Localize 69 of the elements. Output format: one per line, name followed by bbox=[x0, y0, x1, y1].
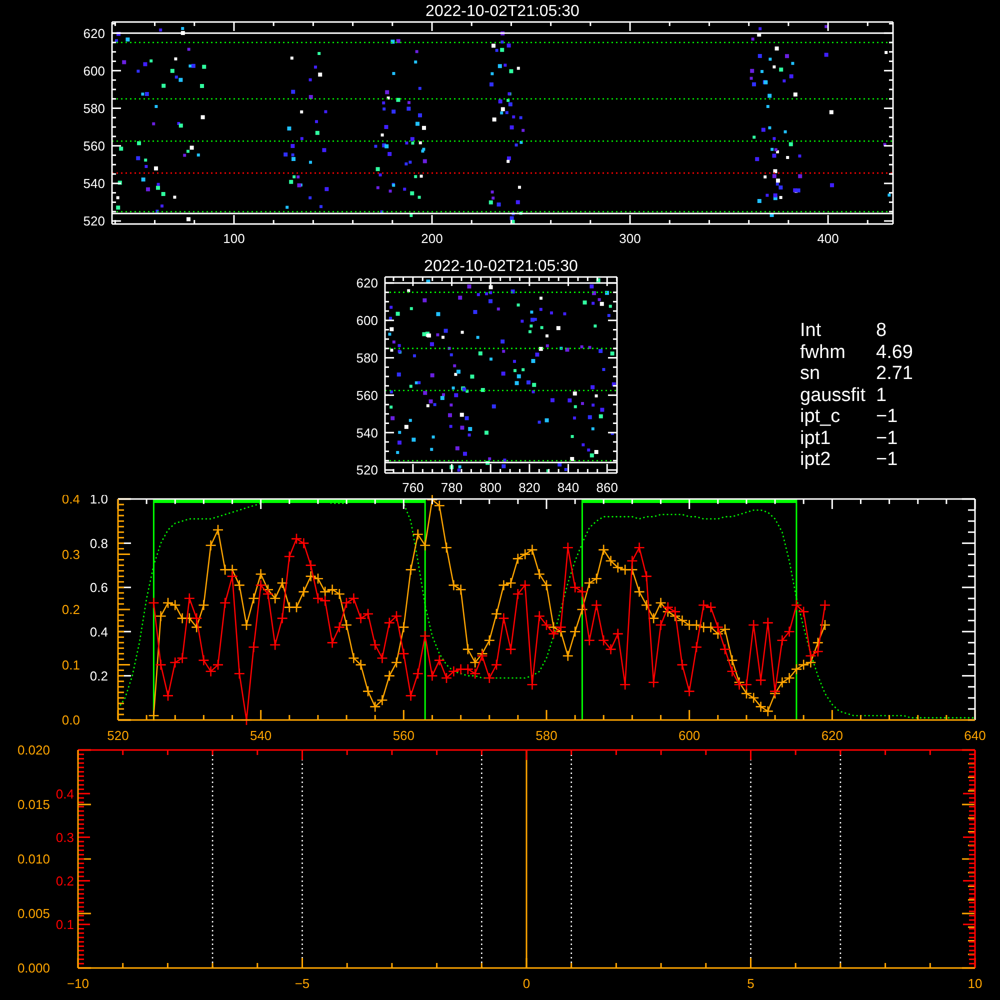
tick-label: 0.020 bbox=[17, 745, 50, 758]
plot-title: 2022-10-02T21:05:30 bbox=[424, 258, 578, 275]
tick-label: 820 bbox=[518, 480, 540, 495]
tick-label: 0.6 bbox=[90, 580, 108, 596]
tick-label: 620 bbox=[821, 728, 844, 743]
tick-label: 620 bbox=[83, 26, 105, 41]
tick-label: 560 bbox=[392, 728, 415, 743]
parameter-value: 8 bbox=[875, 320, 888, 342]
tick-label: 800 bbox=[480, 480, 502, 495]
parameter-label: Int bbox=[800, 320, 822, 342]
parameter-label: ipt_c bbox=[800, 406, 842, 428]
parameter-value: 1 bbox=[875, 384, 888, 406]
tick-label: 0.3 bbox=[62, 546, 80, 562]
tick-label: 840 bbox=[557, 480, 580, 495]
tick-label: 0.000 bbox=[17, 960, 50, 976]
tick-label: 560 bbox=[83, 138, 105, 154]
tick-label: 860 bbox=[596, 480, 618, 495]
tick-label: 0.4 bbox=[90, 624, 108, 640]
tick-label: 0.010 bbox=[17, 852, 50, 867]
tick-label: 580 bbox=[356, 350, 378, 366]
tick-label: 0.015 bbox=[17, 797, 50, 812]
tick-label: 640 bbox=[964, 728, 986, 743]
tick-label: 600 bbox=[678, 728, 700, 743]
parameter-value: 2.71 bbox=[875, 363, 913, 384]
tick-label: 0.2 bbox=[90, 668, 108, 684]
tick-label: 0.2 bbox=[56, 873, 74, 888]
parameter-value: −1 bbox=[875, 449, 899, 470]
tick-label: 0.8 bbox=[90, 536, 108, 551]
tick-label: 560 bbox=[356, 388, 378, 403]
parameter-value: −1 bbox=[875, 406, 899, 428]
parameter-label: ipt2 bbox=[800, 449, 832, 470]
parameter-value: −1 bbox=[875, 428, 899, 449]
tick-label: 0.1 bbox=[56, 917, 74, 932]
tick-label: 0 bbox=[522, 976, 530, 991]
parameter-label: sn bbox=[800, 363, 822, 384]
tick-label: 100 bbox=[223, 231, 245, 246]
tick-label: 540 bbox=[83, 176, 105, 192]
tick-label: 580 bbox=[536, 728, 558, 743]
plot-title: 2022-10-02T21:05:30 bbox=[426, 3, 580, 20]
tick-label: 0.0 bbox=[62, 712, 80, 728]
tick-label: 540 bbox=[250, 728, 272, 743]
tick-label: 5 bbox=[747, 976, 754, 991]
parameter-label: gaussfit bbox=[800, 384, 866, 406]
tick-label: 780 bbox=[440, 480, 463, 495]
tick-label: 1.0 bbox=[90, 495, 108, 507]
tick-label: 0.1 bbox=[62, 657, 80, 672]
tick-label: 520 bbox=[356, 462, 378, 478]
tick-label: 600 bbox=[83, 63, 105, 78]
tick-label: 520 bbox=[107, 728, 129, 743]
parameter-value: 4.69 bbox=[875, 342, 913, 363]
tick-label: 620 bbox=[356, 276, 378, 291]
tick-label: 0.4 bbox=[62, 495, 80, 507]
tick-label: 10 bbox=[968, 976, 982, 991]
tick-label: 0.005 bbox=[17, 906, 50, 922]
parameter-label: ipt1 bbox=[800, 428, 832, 449]
tick-label: 0.4 bbox=[56, 786, 74, 802]
tick-label: 200 bbox=[421, 231, 443, 246]
parameter-label: fwhm bbox=[800, 342, 846, 363]
tick-label: 0.3 bbox=[56, 830, 74, 845]
tick-label: 300 bbox=[619, 231, 641, 246]
tick-label: 520 bbox=[83, 214, 105, 229]
tick-label: 400 bbox=[817, 231, 839, 246]
tick-label: 0.2 bbox=[62, 602, 80, 618]
tick-label: −5 bbox=[294, 976, 310, 991]
tick-label: 600 bbox=[356, 313, 378, 328]
tick-label: 580 bbox=[83, 100, 105, 116]
tick-label: −10 bbox=[66, 976, 90, 991]
tick-label: 540 bbox=[356, 425, 378, 440]
tick-label: 760 bbox=[402, 480, 424, 495]
